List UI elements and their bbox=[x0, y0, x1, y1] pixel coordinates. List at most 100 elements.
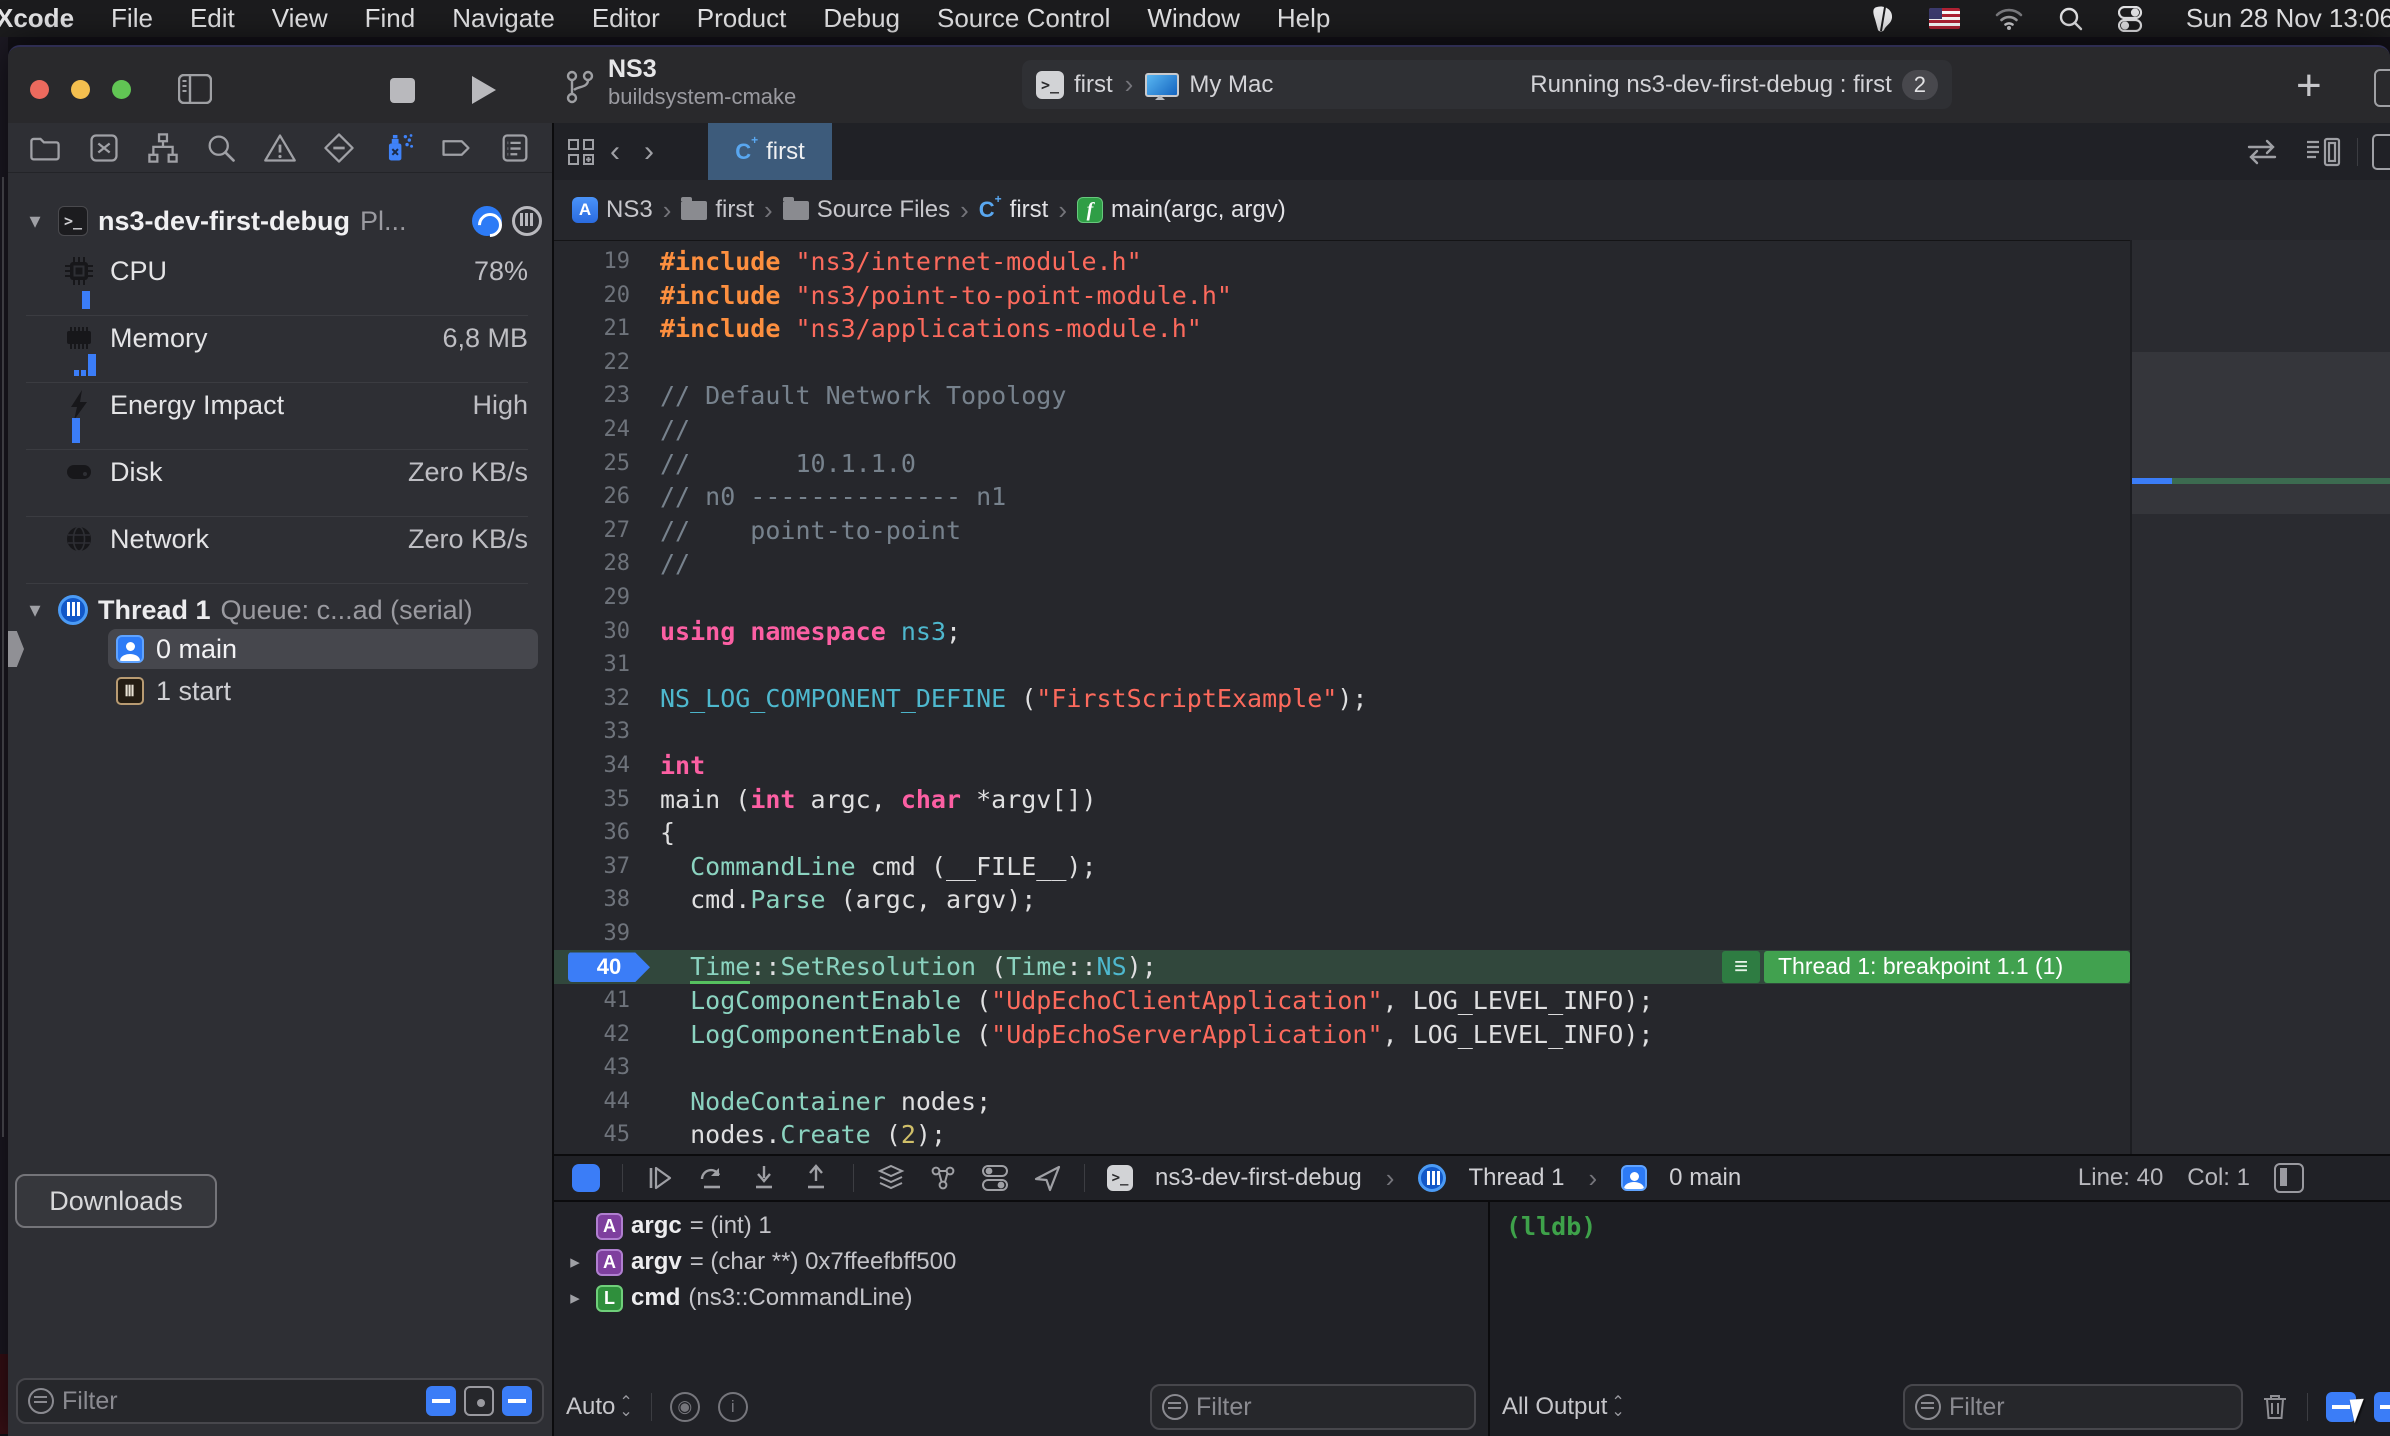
gauge-row-cpu[interactable]: CPU78% bbox=[26, 249, 528, 316]
source-editor[interactable]: 19#include "ns3/internet-module.h"20#inc… bbox=[554, 240, 2130, 1159]
gauge-row-energy[interactable]: Energy ImpactHigh bbox=[26, 383, 528, 450]
debug-thread-name[interactable]: Thread 1 bbox=[1468, 1164, 1564, 1192]
line-number[interactable]: 34 bbox=[554, 749, 630, 783]
step-into-button[interactable] bbox=[749, 1163, 779, 1193]
menu-app-name[interactable]: Xcode bbox=[0, 3, 74, 34]
wifi-icon[interactable] bbox=[1994, 7, 2024, 31]
stack-frame-0-main[interactable]: 0 main bbox=[108, 629, 538, 669]
line-number[interactable]: 33 bbox=[554, 715, 630, 749]
line-number[interactable]: 19 bbox=[554, 245, 630, 279]
menu-item-edit[interactable]: Edit bbox=[190, 3, 235, 34]
jump-bar-item[interactable]: ANS3 bbox=[572, 196, 653, 224]
menu-item-find[interactable]: Find bbox=[365, 3, 416, 34]
filter-debugged-icon[interactable] bbox=[464, 1386, 494, 1416]
chevron-down-icon[interactable]: ▾ bbox=[22, 597, 48, 623]
disclosure-triangle-icon[interactable]: ▸ bbox=[562, 1287, 588, 1310]
issue-navigator-icon[interactable] bbox=[263, 131, 297, 165]
environment-overrides-button[interactable] bbox=[980, 1163, 1010, 1193]
simulate-location-button[interactable] bbox=[1032, 1163, 1062, 1193]
quicklook-eye-icon[interactable]: ◉ bbox=[670, 1392, 700, 1422]
debug-area-toggle-icon[interactable] bbox=[2274, 1163, 2304, 1193]
activity-viewer[interactable]: >_ first › My Mac Running ns3-dev-first-… bbox=[1022, 60, 1952, 109]
line-number[interactable]: 38 bbox=[554, 883, 630, 917]
tab-first[interactable]: C+ first bbox=[708, 123, 832, 180]
jump-bar-item[interactable]: C+first bbox=[979, 196, 1049, 224]
variable-row-argv[interactable]: ▸Aargv= (char **) 0x7ffeefbff500 bbox=[554, 1244, 1488, 1280]
gauge-row-memory[interactable]: Memory6,8 MB bbox=[26, 316, 528, 383]
minimap[interactable] bbox=[2130, 240, 2390, 1154]
view-hierarchy-button[interactable] bbox=[876, 1163, 906, 1193]
line-number[interactable]: 24 bbox=[554, 413, 630, 447]
line-number[interactable]: 31 bbox=[554, 648, 630, 682]
menu-item-window[interactable]: Window bbox=[1147, 3, 1239, 34]
gauge-row-network[interactable]: NetworkZero KB/s bbox=[26, 517, 528, 584]
stack-frame-1-start[interactable]: Ⅲ1 start bbox=[108, 671, 538, 711]
line-number[interactable]: 39 bbox=[554, 917, 630, 951]
menu-item-source-control[interactable]: Source Control bbox=[937, 3, 1110, 34]
minimize-window-button[interactable] bbox=[71, 80, 90, 99]
breakpoints-toggle-button[interactable] bbox=[572, 1164, 600, 1192]
line-number[interactable]: 21 bbox=[554, 312, 630, 346]
status-app-icon[interactable] bbox=[1871, 5, 1895, 33]
jump-bar-item[interactable]: fmain(argc, argv) bbox=[1077, 196, 1286, 224]
line-number[interactable]: 26 bbox=[554, 480, 630, 514]
menu-item-help[interactable]: Help bbox=[1277, 3, 1330, 34]
close-window-button[interactable] bbox=[30, 80, 49, 99]
line-number[interactable]: 41 bbox=[554, 984, 630, 1018]
line-number[interactable]: 32 bbox=[554, 682, 630, 716]
line-number[interactable]: 45 bbox=[554, 1118, 630, 1152]
filter-running-processes-icon[interactable] bbox=[426, 1386, 456, 1416]
variables-filter-field[interactable]: Filter bbox=[1150, 1384, 1476, 1430]
navigator-filter-field[interactable]: Filter bbox=[16, 1378, 544, 1424]
process-row[interactable]: ▾ >_ ns3-dev-first-debug Pl... bbox=[22, 199, 542, 243]
line-number[interactable]: 22 bbox=[554, 346, 630, 380]
debug-navigator-icon[interactable] bbox=[381, 131, 415, 165]
project-navigator-icon[interactable] bbox=[28, 131, 62, 165]
breakpoint-marker[interactable]: 40 bbox=[568, 952, 650, 982]
variables-scope-select[interactable]: Auto ⌃⌄ bbox=[566, 1393, 633, 1421]
jump-bar[interactable]: ANS3›first›Source Files›C+first›fmain(ar… bbox=[554, 180, 2390, 241]
breakpoint-actions-icon[interactable]: ≡ bbox=[1722, 951, 1760, 983]
filter-flagged-icon[interactable] bbox=[502, 1386, 532, 1416]
add-editor-button[interactable]: + bbox=[2296, 61, 2322, 111]
line-number[interactable]: 44 bbox=[554, 1085, 630, 1119]
line-number[interactable]: 30 bbox=[554, 615, 630, 649]
control-center-icon[interactable] bbox=[2118, 6, 2152, 32]
minimap-toggle-icon[interactable] bbox=[2305, 137, 2341, 167]
menu-item-editor[interactable]: Editor bbox=[592, 3, 660, 34]
line-number[interactable]: 29 bbox=[554, 581, 630, 615]
line-number[interactable]: 43 bbox=[554, 1051, 630, 1085]
line-number[interactable]: 36 bbox=[554, 816, 630, 850]
gauge-info-icon[interactable] bbox=[472, 206, 502, 236]
line-number[interactable]: 20 bbox=[554, 279, 630, 313]
clear-console-trash-icon[interactable] bbox=[2261, 1392, 2289, 1422]
continue-button[interactable] bbox=[645, 1163, 675, 1193]
line-number[interactable]: 35 bbox=[554, 783, 630, 817]
menu-item-navigate[interactable]: Navigate bbox=[452, 3, 555, 34]
step-out-button[interactable] bbox=[801, 1163, 831, 1193]
scheme-selector[interactable]: NS3 buildsystem-cmake bbox=[608, 55, 796, 110]
line-number[interactable]: 37 bbox=[554, 850, 630, 884]
zoom-window-button[interactable] bbox=[112, 80, 131, 99]
breakpoint-hit-badge[interactable]: Thread 1: breakpoint 1.1 (1) bbox=[1764, 951, 2130, 983]
activity-count-badge[interactable]: 2 bbox=[1902, 70, 1938, 100]
variable-row-argc[interactable]: ▸Aargc= (int) 1 bbox=[554, 1208, 1488, 1244]
stop-button[interactable] bbox=[390, 78, 415, 103]
menu-item-product[interactable]: Product bbox=[697, 3, 787, 34]
back-arrow[interactable]: ‹ bbox=[598, 135, 632, 169]
editor-options-icon[interactable] bbox=[2245, 139, 2279, 165]
library-button-icon[interactable] bbox=[2374, 69, 2390, 107]
chevron-down-icon[interactable]: ▾ bbox=[22, 208, 48, 234]
jump-bar-item[interactable]: first bbox=[681, 196, 754, 224]
breakpoint-navigator-icon[interactable] bbox=[439, 131, 473, 165]
line-number[interactable]: 42 bbox=[554, 1018, 630, 1052]
console-view[interactable]: (lldb) All Output ⌃⌄ Filter bbox=[1488, 1202, 2390, 1436]
line-number[interactable]: 27 bbox=[554, 514, 630, 548]
info-icon[interactable]: i bbox=[718, 1392, 748, 1422]
console-output-select[interactable]: All Output ⌃⌄ bbox=[1502, 1393, 1625, 1421]
step-over-button[interactable] bbox=[697, 1163, 727, 1193]
debug-frame-name[interactable]: 0 main bbox=[1669, 1164, 1741, 1192]
spotlight-search-icon[interactable] bbox=[2058, 6, 2084, 32]
find-navigator-icon[interactable] bbox=[204, 131, 238, 165]
report-navigator-icon[interactable] bbox=[498, 131, 532, 165]
